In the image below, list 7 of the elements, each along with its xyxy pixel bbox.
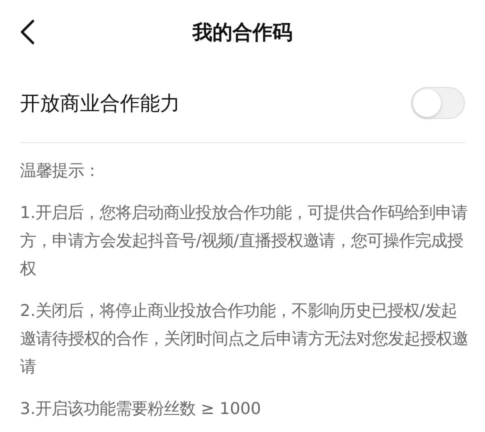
tip-paragraph: 3.开启该功能需要粉丝数 ≥ 1000 [20,398,262,420]
setting-label: 开放商业合作能力 [20,90,180,116]
page-title: 我的合作码 [192,18,292,46]
tip-paragraph: 1.开启后，您将启动商业投放合作功能，可提供合作码给到申请方，申请方会发起抖音号/视频/直播授权邀请，您可操作完成授权 [20,202,468,280]
tip-paragraph: 2.关闭后，将停止商业投放合作功能，不影响历史已授权/发起邀请待授权的合作，关闭时间点之后申请方无法对您发起授权邀请 [20,300,468,378]
tips-heading: 温馨提示： [20,160,101,182]
toggle-switch[interactable] [411,87,465,119]
